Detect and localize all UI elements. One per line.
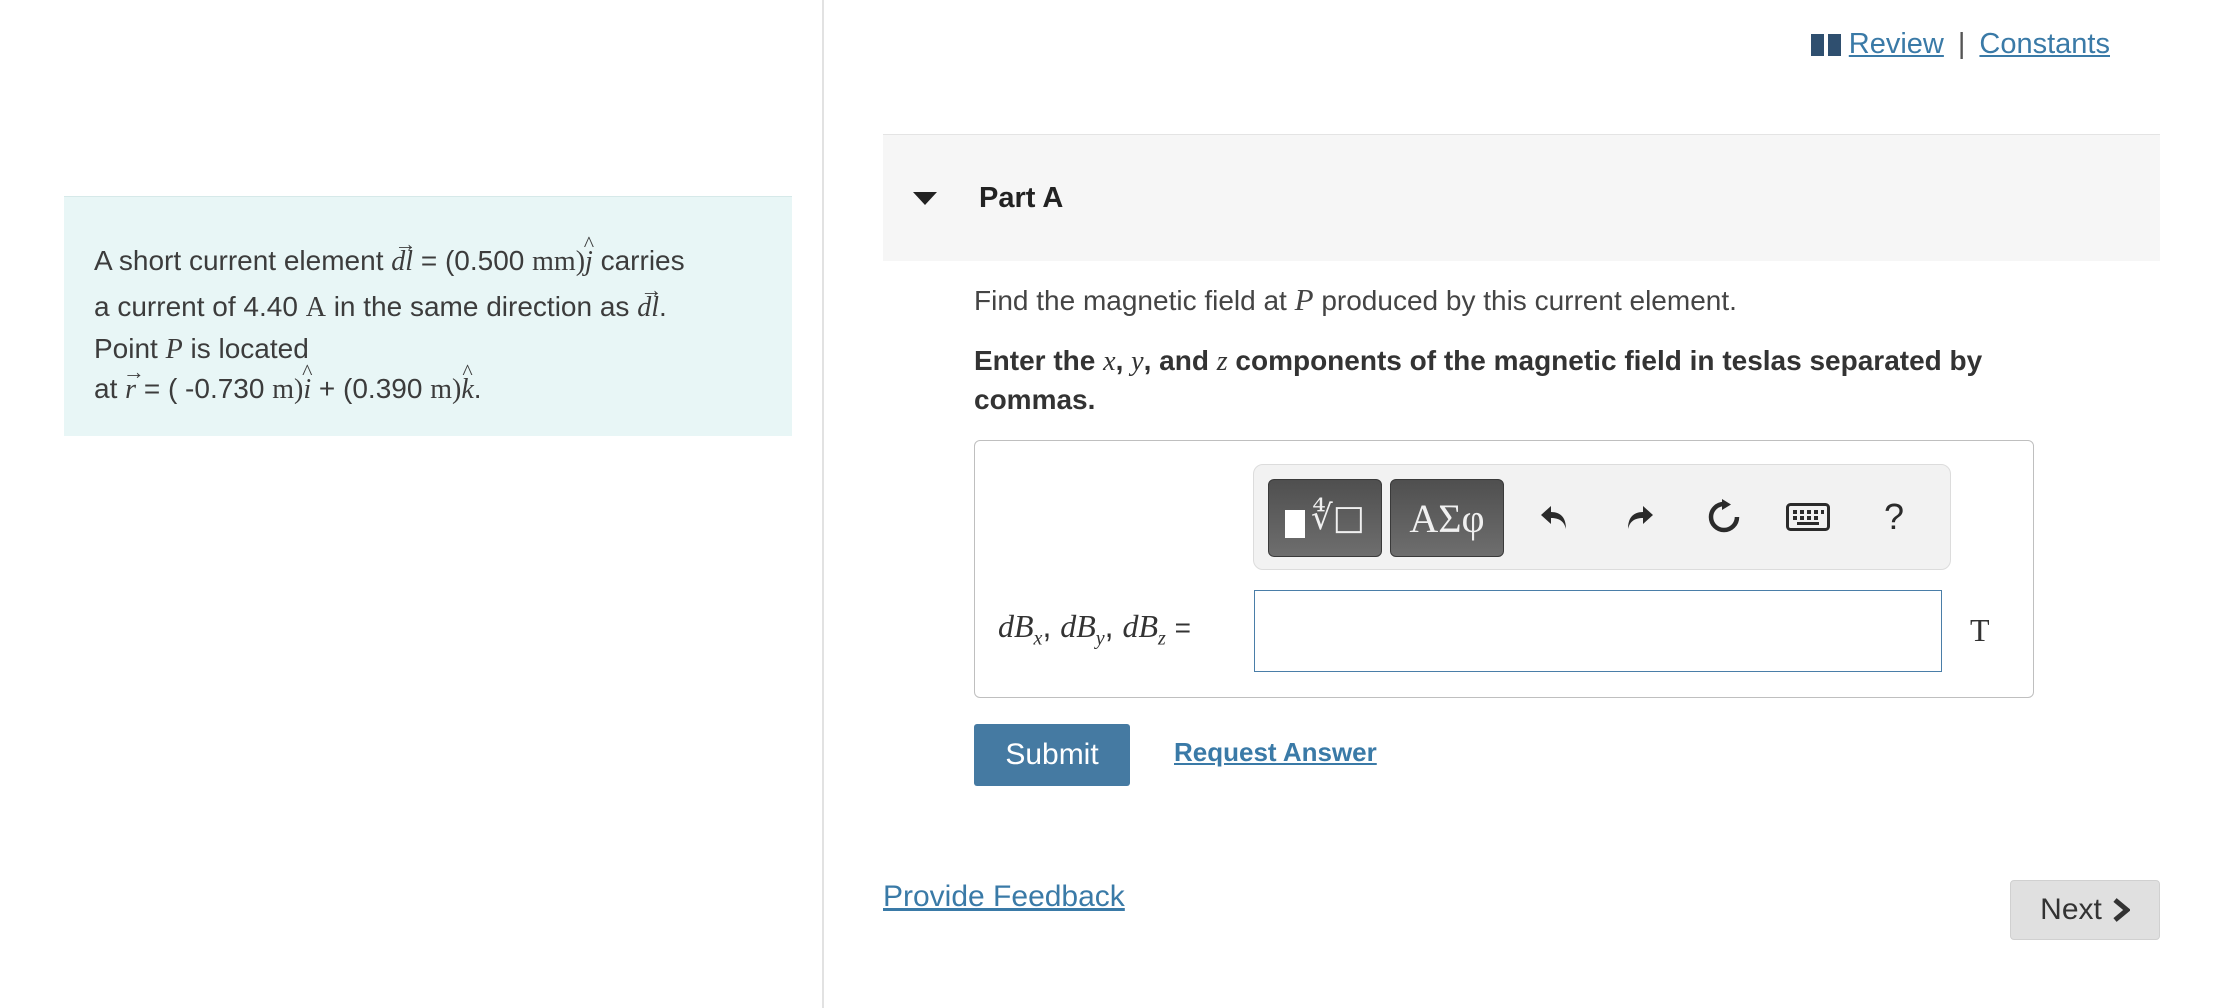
answer-label: dBx, dBy, dBz = bbox=[998, 608, 1192, 650]
symbols-button[interactable]: ΑΣφ bbox=[1390, 479, 1504, 557]
next-button[interactable]: Next bbox=[2010, 880, 2160, 940]
caret-down-icon[interactable] bbox=[913, 191, 937, 205]
answer-input[interactable] bbox=[1254, 590, 1942, 672]
link-separator: | bbox=[1957, 28, 1966, 60]
math-toolbar: ∜□ ΑΣφ ? bbox=[1253, 464, 1951, 570]
templates-icon: ∜□ bbox=[1285, 498, 1365, 538]
problem-statement: A short current element dl → = (0.500 mm)… bbox=[64, 196, 792, 436]
provide-feedback-link[interactable]: Provide Feedback bbox=[883, 880, 1125, 914]
chevron-right-icon bbox=[2113, 898, 2130, 922]
problem-line-4: at r → = ( -0.730 m)i ^ + (0.390 m)k ^. bbox=[94, 359, 762, 409]
help-button[interactable]: ? bbox=[1864, 485, 1924, 549]
request-answer-link[interactable]: Request Answer bbox=[1174, 737, 1377, 768]
j-hat: j ^ bbox=[583, 231, 595, 277]
r-vector: r → bbox=[122, 359, 145, 405]
question-text: Find the magnetic field at P produced by… bbox=[974, 282, 1737, 317]
reset-icon[interactable] bbox=[1694, 485, 1754, 549]
header-links: Review | Constants bbox=[1810, 28, 2110, 61]
dl-vector: dl → bbox=[637, 277, 663, 323]
problem-line-2: a current of 4.40 A in the same directio… bbox=[94, 277, 762, 329]
part-title: Part A bbox=[979, 181, 1064, 214]
constants-link[interactable]: Constants bbox=[1979, 28, 2110, 61]
submit-button[interactable]: Submit bbox=[974, 724, 1130, 786]
review-link[interactable]: Review bbox=[1810, 28, 1944, 61]
dl-vector: dl → bbox=[391, 231, 417, 277]
redo-icon[interactable] bbox=[1610, 485, 1670, 549]
unit-label: T bbox=[1970, 612, 1990, 648]
part-a-header[interactable]: Part A bbox=[883, 134, 2160, 261]
i-hat: i ^ bbox=[302, 359, 313, 405]
instruction-text: Enter the x, y, and z components of the … bbox=[974, 345, 1983, 415]
problem-line-3: Point P is located bbox=[94, 333, 309, 365]
keyboard-icon[interactable] bbox=[1778, 485, 1838, 549]
k-hat: k ^ bbox=[461, 359, 474, 405]
undo-icon[interactable] bbox=[1524, 485, 1584, 549]
book-icon bbox=[1810, 34, 1841, 57]
templates-button[interactable]: ∜□ bbox=[1268, 479, 1382, 557]
problem-pane: A short current element dl → = (0.500 mm)… bbox=[0, 0, 824, 1008]
